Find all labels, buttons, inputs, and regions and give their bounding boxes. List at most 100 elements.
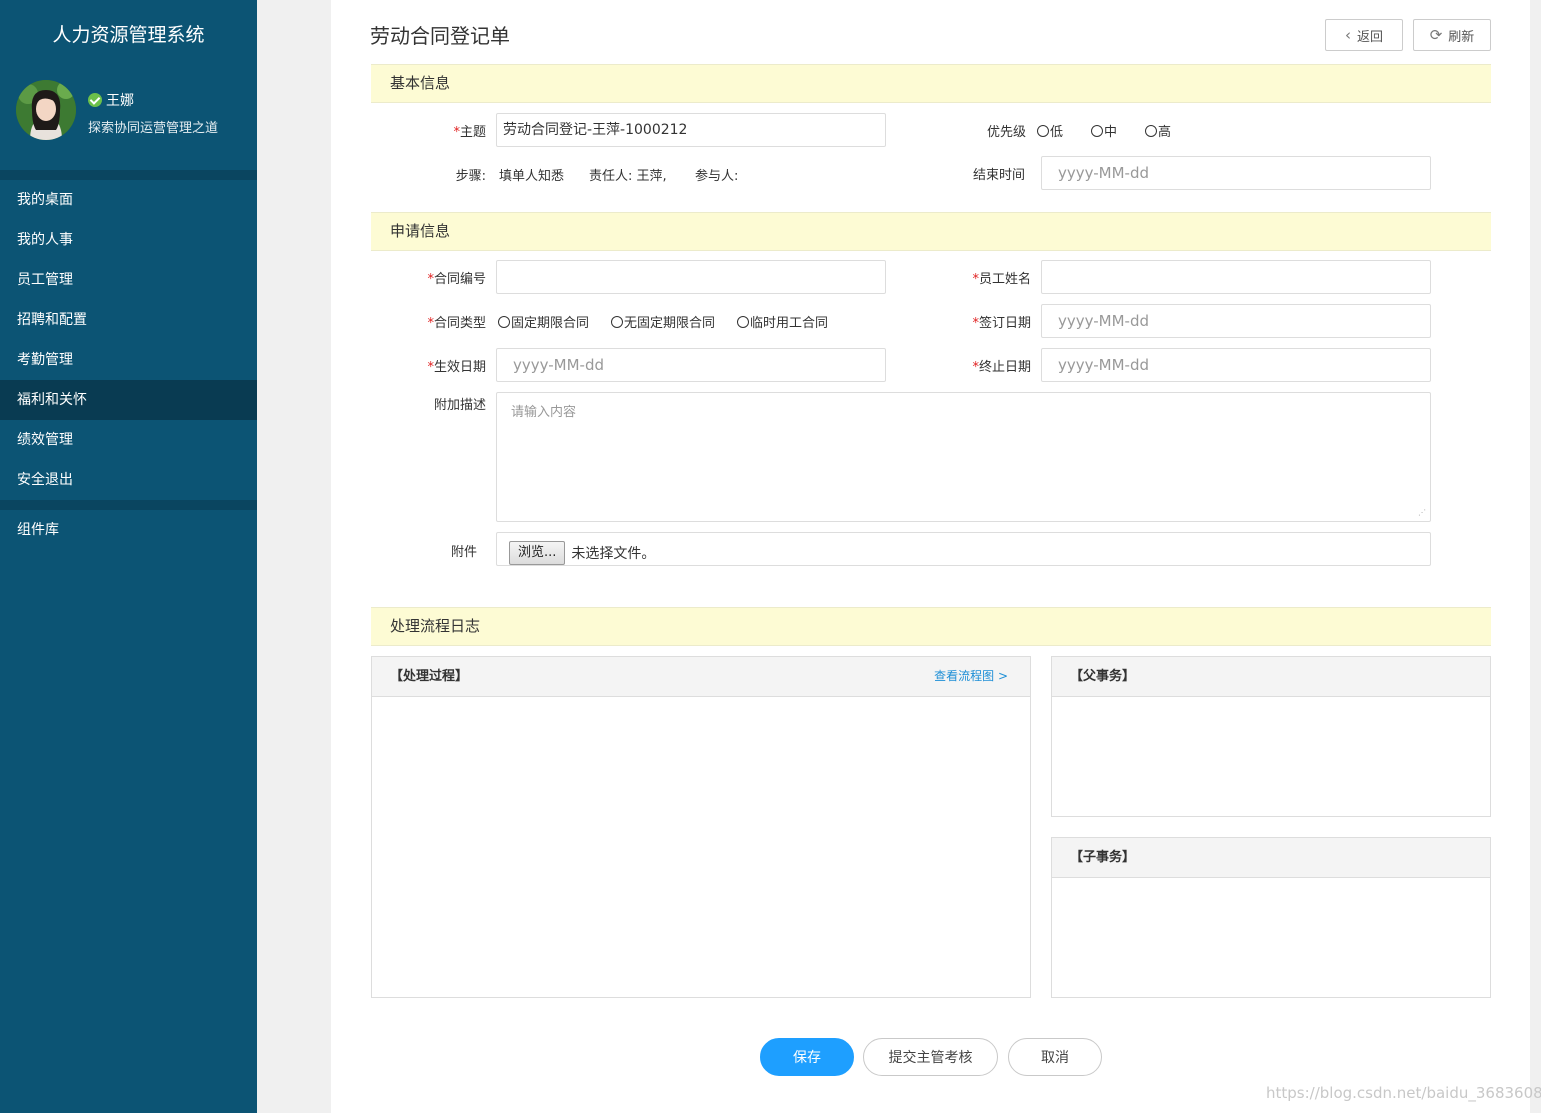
contract-no-label: *合同编号 <box>411 268 486 287</box>
sidebar-item-desktop[interactable]: 我的桌面 <box>0 180 257 220</box>
sidebar-item-logout[interactable]: 安全退出 <box>0 460 257 500</box>
cancel-button[interactable]: 取消 <box>1008 1038 1102 1076</box>
sidebar-item-components[interactable]: 组件库 <box>0 510 257 550</box>
refresh-button-label: 刷新 <box>1448 29 1475 45</box>
priority-option-label: 中 <box>1104 125 1118 140</box>
effective-date-label-text: 生效日期 <box>433 360 486 375</box>
page-title: 劳动合同登记单 <box>370 24 510 48</box>
contract-type-label: *合同类型 <box>411 312 486 331</box>
back-button[interactable]: ‹ 返回 <box>1325 19 1403 51</box>
process-panel-header: 【处理过程】 查看流程图 > <box>372 657 1030 697</box>
end-date-label-text: 终止日期 <box>978 360 1031 375</box>
contract-type-open-ended[interactable]: 无固定期限合同 <box>611 312 715 331</box>
priority-option-high[interactable]: 高 <box>1145 121 1171 140</box>
subject-input[interactable]: 劳动合同登记-王萍-1000212 <box>496 113 886 147</box>
steps-label: 步骤: <box>455 169 486 184</box>
page-scrollbar[interactable] <box>1530 0 1541 1113</box>
steps-value: 填单人知悉 <box>499 169 565 184</box>
contract-type-option-label: 固定期限合同 <box>511 316 590 331</box>
child-task-title: 【子事务】 <box>1070 850 1136 865</box>
sign-date-label: *签订日期 <box>951 312 1031 331</box>
contract-type-option-label: 无固定期限合同 <box>624 316 716 331</box>
sign-date-label-text: 签订日期 <box>978 316 1031 331</box>
app-title: 人力资源管理系统 <box>52 24 205 46</box>
parent-task-panel: 【父事务】 <box>1051 656 1491 817</box>
sidebar-item-my-hr[interactable]: 我的人事 <box>0 220 257 260</box>
sidebar-item-employees[interactable]: 员工管理 <box>0 260 257 300</box>
end-date-label: *终止日期 <box>951 356 1031 375</box>
end-time-input[interactable]: yyyy-MM-dd <box>1041 156 1431 190</box>
owner-label: 责任人: 王萍, <box>589 169 667 184</box>
user-avatar[interactable] <box>16 80 76 140</box>
subject-label: *主题 <box>431 121 486 140</box>
sidebar-item-recruitment[interactable]: 招聘和配置 <box>0 300 257 340</box>
sidebar-divider <box>0 170 257 180</box>
refresh-button[interactable]: ⟳ 刷新 <box>1413 19 1491 51</box>
radio-circle-icon <box>611 315 624 328</box>
section-application-info: 申请信息 <box>371 212 1491 251</box>
employee-name-input[interactable] <box>1041 260 1431 294</box>
priority-option-low[interactable]: 低 <box>1037 121 1063 140</box>
avatar-image <box>16 80 76 140</box>
end-date-input[interactable]: yyyy-MM-dd <box>1041 348 1431 382</box>
process-panel-title: 【处理过程】 <box>390 669 469 684</box>
sidebar-item-attendance[interactable]: 考勤管理 <box>0 340 257 380</box>
employee-name-label-text: 员工姓名 <box>978 272 1031 287</box>
priority-radio-group: 低 中 高 <box>1037 121 1171 140</box>
sidebar-item-welfare[interactable]: 福利和关怀 <box>0 380 257 420</box>
no-file-text: 未选择文件。 <box>571 546 656 562</box>
contract-no-label-text: 合同编号 <box>433 272 486 287</box>
process-panel: 【处理过程】 查看流程图 > <box>371 656 1031 998</box>
section-process-log: 处理流程日志 <box>371 607 1491 646</box>
priority-option-medium[interactable]: 中 <box>1091 121 1117 140</box>
user-name-text: 王娜 <box>106 93 134 109</box>
description-placeholder: 请输入内容 <box>511 405 577 420</box>
browse-button[interactable]: 浏览... <box>509 541 566 565</box>
radio-circle-icon <box>1037 124 1049 137</box>
watermark: https://blog.csdn.net/baidu_36836080 <box>1266 1084 1541 1102</box>
contract-no-input[interactable] <box>496 260 886 294</box>
description-textarea[interactable]: 请输入内容 ⋰ <box>496 392 1431 522</box>
back-button-label: 返回 <box>1356 29 1383 45</box>
sidebar-divider <box>0 500 257 510</box>
sidebar-nav: 我的桌面 我的人事 员工管理 招聘和配置 考勤管理 福利和关怀 绩效管理 安全退… <box>0 180 257 500</box>
save-button[interactable]: 保存 <box>760 1038 854 1076</box>
main-content: 劳动合同登记单 ‹ 返回 ⟳ 刷新 基本信息 *主题 劳动合同登记-王萍-100… <box>331 0 1530 1113</box>
employee-name-label: *员工姓名 <box>951 268 1031 287</box>
user-name: 王娜 <box>88 90 134 110</box>
subject-label-text: 主题 <box>459 125 486 140</box>
sidebar-item-performance[interactable]: 绩效管理 <box>0 420 257 460</box>
contract-type-option-label: 临时用工合同 <box>750 316 829 331</box>
contract-type-temporary[interactable]: 临时用工合同 <box>737 312 828 331</box>
resize-handle-icon[interactable]: ⋰ <box>1418 509 1426 517</box>
online-check-icon <box>88 93 102 107</box>
priority-option-label: 低 <box>1050 125 1064 140</box>
effective-date-input[interactable]: yyyy-MM-dd <box>496 348 886 382</box>
child-task-panel-header: 【子事务】 <box>1052 838 1490 878</box>
section-basic-info: 基本信息 <box>371 64 1491 103</box>
radio-circle-icon <box>1091 124 1104 137</box>
child-task-panel: 【子事务】 <box>1051 837 1491 998</box>
refresh-icon: ⟳ <box>1429 26 1443 44</box>
effective-date-label: *生效日期 <box>411 356 486 375</box>
parent-task-title: 【父事务】 <box>1070 669 1136 684</box>
priority-label: 优先级 <box>986 125 1026 140</box>
attachment-file-input: 浏览... 未选择文件。 <box>496 532 1431 566</box>
contract-type-label-text: 合同类型 <box>433 316 486 331</box>
view-flow-link[interactable]: 查看流程图 > <box>934 657 1008 696</box>
user-motto: 探索协同运营管理之道 <box>88 121 219 136</box>
submit-review-button[interactable]: 提交主管考核 <box>863 1038 998 1076</box>
radio-circle-icon <box>737 315 750 328</box>
contract-type-fixed[interactable]: 固定期限合同 <box>498 312 589 331</box>
sign-date-input[interactable]: yyyy-MM-dd <box>1041 304 1431 338</box>
radio-circle-icon <box>1145 124 1158 137</box>
radio-circle-icon <box>498 315 510 328</box>
participants-label: 参与人: <box>695 169 739 184</box>
end-time-label: 结束时间 <box>972 168 1025 183</box>
contract-type-radio-group: 固定期限合同 无固定期限合同 临时用工合同 <box>498 312 828 331</box>
attachment-label: 附件 <box>450 545 477 560</box>
sidebar-nav-extra: 组件库 <box>0 510 257 550</box>
sidebar: 人力资源管理系统 王娜 探索协同运营管理之道 我的桌面 我的人事 员工管理 招聘… <box>0 0 257 1113</box>
parent-task-panel-header: 【父事务】 <box>1052 657 1490 697</box>
description-label: 附加描述 <box>433 398 486 413</box>
